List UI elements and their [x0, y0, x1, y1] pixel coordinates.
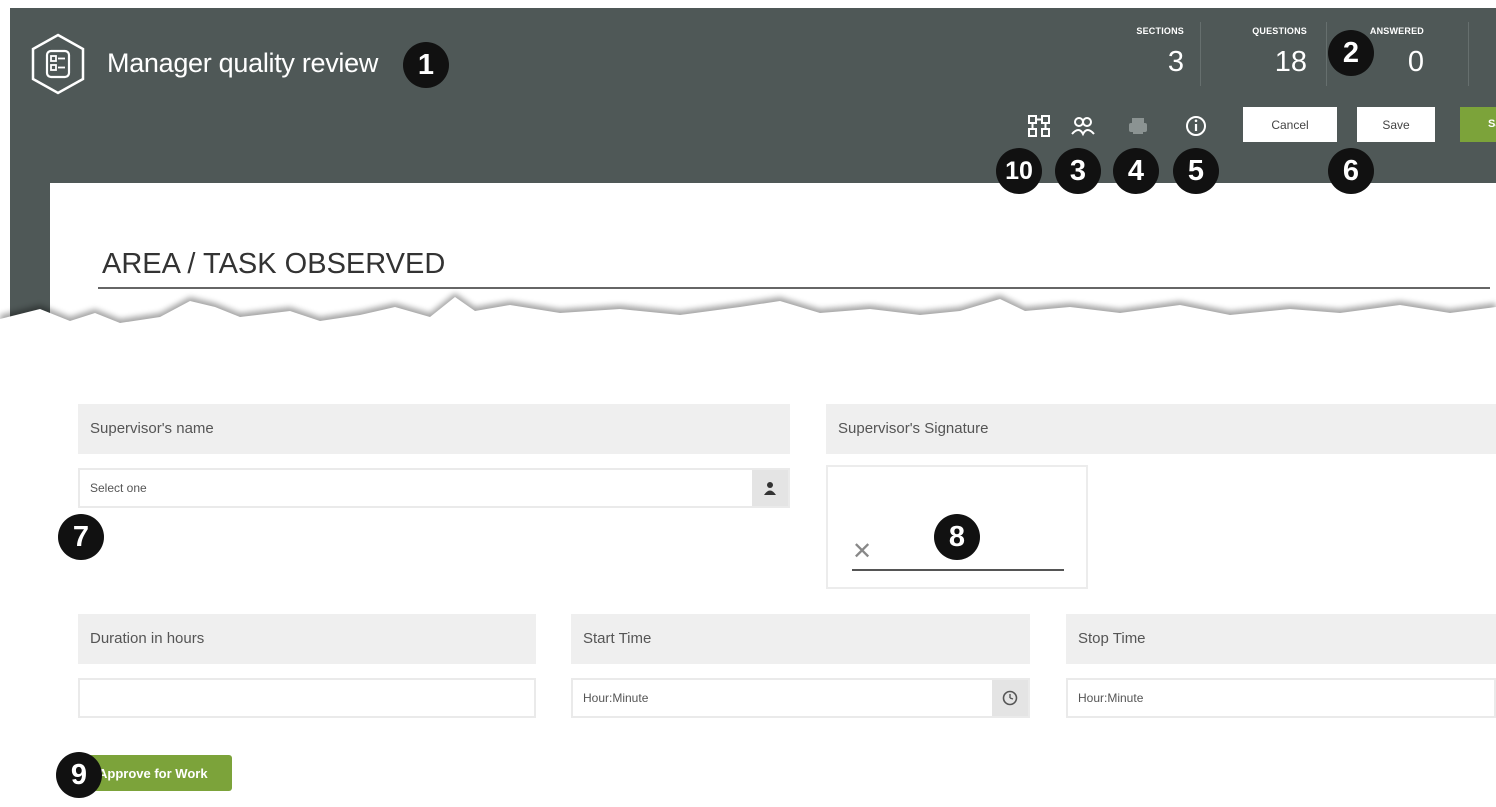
start-time-label: Start Time — [571, 614, 1030, 664]
signature-line — [852, 569, 1064, 571]
time-picker-button[interactable] — [992, 680, 1028, 716]
supervisor-signature-label: Supervisor's Signature — [826, 404, 1496, 454]
form-title: Manager quality review — [107, 48, 379, 78]
supervisor-name-label: Supervisor's name — [78, 404, 790, 454]
duration-label: Duration in hours — [78, 614, 536, 664]
callout-1: 1 — [403, 42, 449, 88]
stat-questions-label: QUESTIONS — [1252, 26, 1307, 36]
stat-divider — [1326, 22, 1327, 86]
submit-button[interactable]: Sa — [1460, 107, 1496, 142]
stat-sections-label: SECTIONS — [1136, 26, 1184, 36]
stat-sections-value: 3 — [1167, 46, 1184, 78]
stat-divider — [1200, 22, 1201, 86]
section-title: AREA / TASK OBSERVED — [102, 248, 446, 280]
supervisor-name-select[interactable]: Select one — [78, 468, 790, 508]
start-time-placeholder: Hour:Minute — [583, 691, 649, 705]
print-icon[interactable] — [1125, 113, 1151, 139]
duration-input[interactable] — [78, 678, 536, 718]
stop-time-input[interactable]: Hour:Minute — [1066, 678, 1496, 718]
users-icon[interactable] — [1070, 113, 1096, 139]
callout-4: 4 — [1113, 148, 1159, 194]
torn-edge — [0, 293, 1496, 343]
signature-x-mark: ✕ — [852, 538, 873, 565]
person-icon — [764, 482, 776, 495]
stat-questions-value: 18 — [1274, 46, 1307, 78]
workflow-icon[interactable] — [1026, 113, 1052, 139]
info-icon[interactable] — [1183, 113, 1209, 139]
callout-9: 9 — [56, 752, 102, 798]
checklist-logo-icon — [31, 33, 85, 95]
stop-time-placeholder: Hour:Minute — [1078, 691, 1144, 705]
stat-sections: SECTIONS 3 — [1110, 26, 1184, 79]
callout-7: 7 — [58, 514, 104, 560]
cancel-button[interactable]: Cancel — [1243, 107, 1337, 142]
start-time-input[interactable]: Hour:Minute — [571, 678, 1030, 718]
stat-questions: QUESTIONS 18 — [1225, 26, 1307, 79]
callout-2: 2 — [1328, 30, 1374, 76]
stat-answered-label: ANSWERED — [1369, 26, 1424, 36]
clock-icon — [1002, 690, 1018, 706]
callout-6: 6 — [1328, 148, 1374, 194]
callout-8: 8 — [934, 514, 980, 560]
callout-5: 5 — [1173, 148, 1219, 194]
callout-3: 3 — [1055, 148, 1101, 194]
supervisor-name-placeholder: Select one — [90, 481, 147, 495]
stop-time-label: Stop Time — [1066, 614, 1496, 664]
user-picker-button[interactable] — [752, 470, 788, 506]
stat-divider — [1468, 22, 1469, 86]
save-button[interactable]: Save — [1357, 107, 1435, 142]
callout-10: 10 — [996, 148, 1042, 194]
